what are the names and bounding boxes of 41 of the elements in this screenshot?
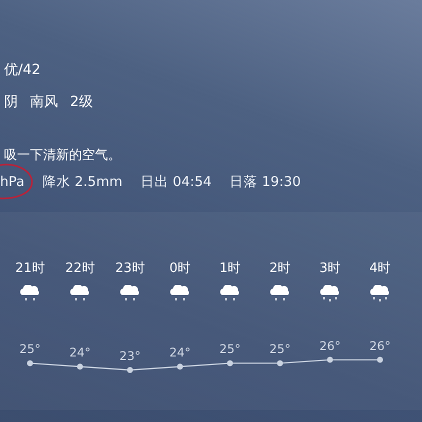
hour-label: 21时 xyxy=(15,261,45,277)
rain-cloud-icon xyxy=(120,285,140,302)
temperature-point xyxy=(27,360,33,366)
temperature-label: 24° xyxy=(69,346,91,360)
detail-text: 日出 04:54 xyxy=(140,174,212,190)
temperature-label: 23° xyxy=(119,349,141,363)
detail-text: 日落 19:30 xyxy=(230,174,301,190)
condition-text: 阴 xyxy=(4,93,18,111)
hour-label: 3时 xyxy=(319,261,341,277)
detail-text: hPa xyxy=(0,174,24,190)
condition-text: 2级 xyxy=(70,93,93,111)
temperature-point xyxy=(377,356,383,363)
hour-label: 23时 xyxy=(115,261,145,277)
air-quality-text: 优/42 xyxy=(4,61,41,79)
temperature-label: 26° xyxy=(319,338,341,353)
hour-label: 0时 xyxy=(169,261,191,277)
rain-cloud-icon xyxy=(220,285,240,302)
temperature-point xyxy=(77,364,83,370)
tip-text: 吸一下清新的空气。 xyxy=(4,148,121,163)
temperature-label: 25° xyxy=(269,342,291,356)
rain-cloud-icon xyxy=(370,285,390,302)
hour-label: 2时 xyxy=(269,261,291,277)
temperature-label: 26° xyxy=(369,338,391,353)
temperature-point xyxy=(277,360,283,366)
rain-cloud-icon xyxy=(70,285,90,302)
rain-cloud-icon xyxy=(320,285,340,302)
hour-label: 4时 xyxy=(369,261,391,277)
temperature-label: 25° xyxy=(19,342,41,356)
rain-cloud-icon xyxy=(170,285,190,302)
temperature-point xyxy=(127,367,133,373)
condition-text: 南风 xyxy=(30,93,58,111)
rain-cloud-icon xyxy=(20,285,40,302)
hour-label: 22时 xyxy=(65,261,95,277)
rain-cloud-icon xyxy=(270,285,290,302)
temperature-label: 24° xyxy=(169,346,191,360)
temperature-label: 25° xyxy=(219,342,241,356)
temperature-point xyxy=(327,356,333,363)
hour-label: 1时 xyxy=(219,261,241,277)
detail-text: 降水 2.5mm xyxy=(42,174,122,190)
temperature-point xyxy=(177,364,183,370)
temperature-point xyxy=(227,360,233,366)
